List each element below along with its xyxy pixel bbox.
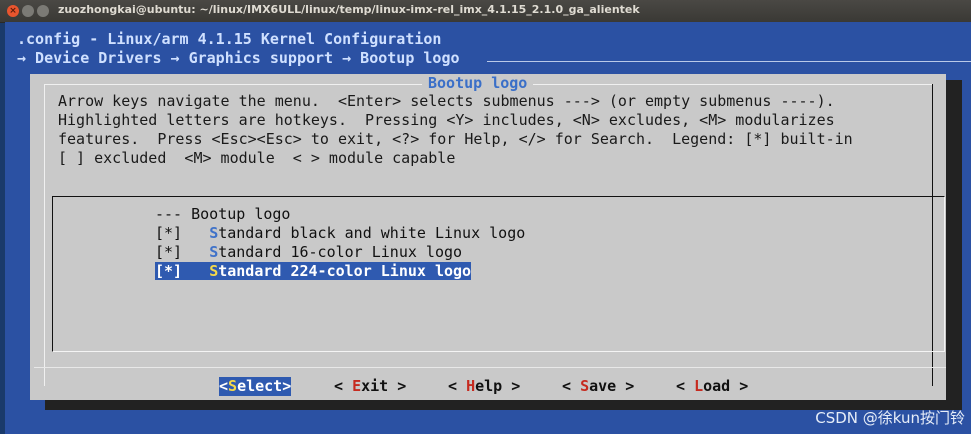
help-line: Highlighted letters are hotkeys. Pressin… (58, 111, 835, 129)
button-label: elect> (237, 377, 292, 395)
checkbox-builtin[interactable]: [*] (155, 224, 209, 242)
watermark: CSDN @徐kun按门铃 (815, 409, 965, 427)
button-bracket: < (676, 377, 695, 395)
maximize-icon[interactable] (37, 5, 49, 17)
help-line: Arrow keys navigate the menu. <Enter> se… (58, 92, 835, 110)
minimize-icon[interactable] (22, 5, 34, 17)
button-label: elp > (475, 377, 521, 395)
save-button[interactable]: < Save > (562, 377, 634, 396)
menu-item-bootup-logo-header: --- Bootup logo (155, 205, 290, 224)
help-line: [ ] excluded <M> module < > module capab… (58, 149, 456, 167)
button-label: xit > (361, 377, 407, 395)
terminal-area: .config - Linux/arm 4.1.15 Kernel Config… (5, 22, 971, 434)
button-label: ave > (589, 377, 635, 395)
exit-button[interactable]: < Exit > (334, 377, 406, 396)
checkbox-builtin[interactable]: [*] (155, 262, 209, 280)
dialog-title: Bootup logo (422, 74, 534, 93)
help-text: Arrow keys navigate the menu. <Enter> se… (58, 92, 853, 168)
button-hotkey: E (352, 377, 362, 395)
menu-item-label: tandard 224-color Linux logo (218, 262, 472, 280)
button-hotkey: H (466, 377, 476, 395)
menu-item-label: Bootup logo (191, 205, 291, 223)
button-bracket: < (334, 377, 353, 395)
header-rule (487, 61, 971, 62)
checkbox-builtin[interactable]: [*] (155, 243, 209, 261)
button-hotkey: S (228, 377, 238, 395)
help-line: features. Press <Esc><Esc> to exit, <?> … (58, 130, 853, 148)
menu-item-prefix: --- (155, 205, 192, 223)
button-bracket: < (219, 377, 229, 395)
button-hotkey: S (580, 377, 590, 395)
menu-item-logo-224-color[interactable]: [*] Standard 224-color Linux logo (155, 262, 472, 281)
breadcrumb: → Device Drivers → Graphics support → Bo… (17, 49, 460, 67)
menu-hotkey: S (209, 243, 219, 261)
button-hotkey: L (694, 377, 704, 395)
button-label: oad > (703, 377, 749, 395)
menu-item-logo-16-color[interactable]: [*] Standard 16-color Linux logo (155, 243, 462, 262)
menu-item-label: tandard 16-color Linux logo (218, 243, 463, 261)
menu-hotkey: S (209, 262, 219, 280)
button-bracket: < (448, 377, 467, 395)
window-title: zuozhongkai@ubuntu: ~/linux/IMX6ULL/linu… (58, 3, 640, 16)
dialog-border-left (44, 84, 45, 386)
load-button[interactable]: < Load > (676, 377, 748, 396)
menu-item-label: tandard black and white Linux logo (218, 224, 526, 242)
button-bracket: < (562, 377, 581, 395)
help-button[interactable]: < Help > (448, 377, 520, 396)
menu-list: --- Bootup logo [*] Standard black and w… (52, 196, 945, 352)
button-separator (34, 367, 946, 368)
config-title: .config - Linux/arm 4.1.15 Kernel Config… (17, 30, 442, 48)
menuconfig-dialog: Bootup logo Arrow keys navigate the menu… (30, 74, 946, 400)
window-titlebar: × zuozhongkai@ubuntu: ~/linux/IMX6ULL/li… (0, 0, 971, 23)
menu-hotkey: S (209, 224, 219, 242)
menu-item-logo-black-white[interactable]: [*] Standard black and white Linux logo (155, 224, 525, 243)
select-button[interactable]: <Select> (219, 377, 292, 396)
close-icon[interactable]: × (7, 5, 19, 17)
